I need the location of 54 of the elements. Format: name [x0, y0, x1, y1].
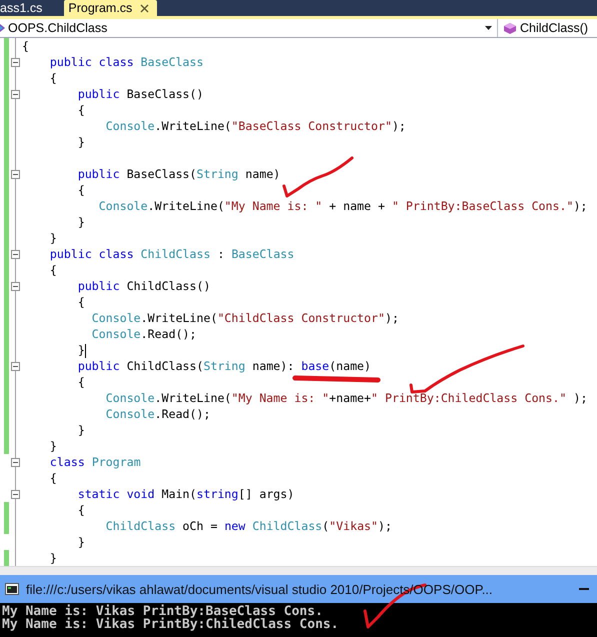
code-line: { [76, 102, 85, 118]
console-icon [5, 583, 19, 595]
code-line: } [48, 230, 57, 246]
file-tab[interactable]: ass1.cs [0, 0, 50, 16]
code-line: } [76, 342, 86, 358]
code-line: Console.WriteLine("My Name is: " + name + " PrintBy:BaseClass Cons."); [98, 198, 588, 214]
code-line: static void Main(string[] args) [76, 486, 294, 502]
file-tab[interactable]: Program.cs [64, 0, 158, 16]
type-dropdown[interactable]: OOPS.ChildClass [0, 19, 497, 37]
caret-icon [485, 26, 492, 30]
console-output-line: My Name is: Vikas PrintBy:BaseClass Cons. [2, 605, 323, 618]
code-line: public class BaseClass [48, 54, 204, 70]
code-line: } [76, 534, 85, 550]
code-line: { [76, 294, 85, 310]
code-line: Console.WriteLine("ChildClass Constructor"); [90, 310, 399, 326]
code-line: } [76, 134, 85, 150]
collapse-icon[interactable] [11, 170, 20, 178]
code-line: } [48, 550, 57, 566]
member-dropdown[interactable]: ChildClass() [497, 19, 597, 37]
collapse-icon[interactable] [11, 282, 20, 290]
code-line: Console.WriteLine("BaseClass Constructor"); [104, 118, 406, 134]
code-line: public BaseClass() [76, 86, 204, 102]
close-icon[interactable] [140, 4, 150, 12]
code-line: { [76, 182, 85, 198]
code-line: { [48, 262, 57, 278]
class-icon [0, 22, 6, 34]
scroll-bar[interactable] [0, 566, 597, 575]
checkmark-annotation [282, 156, 354, 198]
code-line: { [48, 470, 57, 486]
code-line: Console.Read(); [104, 406, 210, 422]
code-line: { [48, 70, 57, 86]
code-line: { [76, 502, 85, 518]
code-line: Console.WriteLine("My Name is: "+name+" PrintBy:ChiledClass Cons." ); [104, 390, 588, 406]
code-line: public class ChildClass : BaseClass [48, 246, 294, 262]
collapse-icon[interactable] [11, 490, 20, 498]
code-line: Console.Read(); [90, 326, 197, 342]
collapse-icon[interactable] [11, 458, 20, 466]
collapse-icon[interactable] [11, 250, 20, 258]
code-line: ChildClass oCh = new ChildClass("Vikas"); [104, 518, 392, 534]
code-line: } [76, 214, 85, 230]
code-line: } [76, 422, 85, 438]
collapse-icon[interactable] [11, 58, 20, 66]
minimize-icon[interactable] [579, 588, 589, 590]
code-line: class Program [48, 454, 141, 470]
code-line: { [76, 374, 85, 390]
cube-icon [503, 22, 517, 34]
code-line: { [22, 38, 29, 54]
collapse-icon[interactable] [11, 362, 20, 370]
code-line: public ChildClass(String name): base(name) [76, 358, 372, 374]
code-line: } [48, 438, 57, 454]
code-line: public ChildClass() [76, 278, 210, 294]
console-output-line: My Name is: Vikas PrintBy:ChiledClass Cons. [2, 618, 340, 631]
code-line: public BaseClass(String name) [76, 166, 280, 182]
collapse-icon[interactable] [11, 90, 20, 98]
